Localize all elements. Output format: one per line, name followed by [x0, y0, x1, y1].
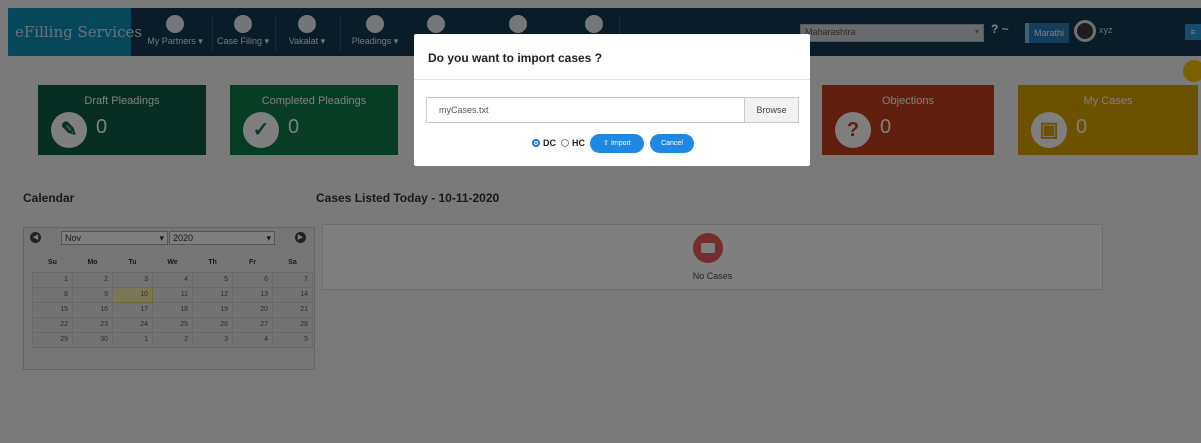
import-button[interactable]: ⇧ Import	[590, 133, 644, 153]
browse-button[interactable]: Browse	[744, 98, 798, 122]
dc-radio[interactable]	[532, 139, 540, 147]
dialog-title: Do you want to import cases ?	[428, 51, 603, 65]
file-name: myCases.txt	[439, 105, 489, 115]
divider	[414, 79, 810, 80]
dc-label: DC	[543, 138, 556, 148]
upload-icon: ⇧	[603, 139, 610, 147]
court-type-group: DC HC ⇧ Import Cancel	[532, 133, 694, 153]
cancel-button[interactable]: Cancel	[650, 133, 694, 153]
file-input[interactable]: myCases.txt Browse	[426, 97, 799, 123]
import-cases-dialog: Do you want to import cases ? myCases.tx…	[414, 34, 810, 166]
hc-radio[interactable]	[561, 139, 569, 147]
hc-label: HC	[572, 138, 585, 148]
